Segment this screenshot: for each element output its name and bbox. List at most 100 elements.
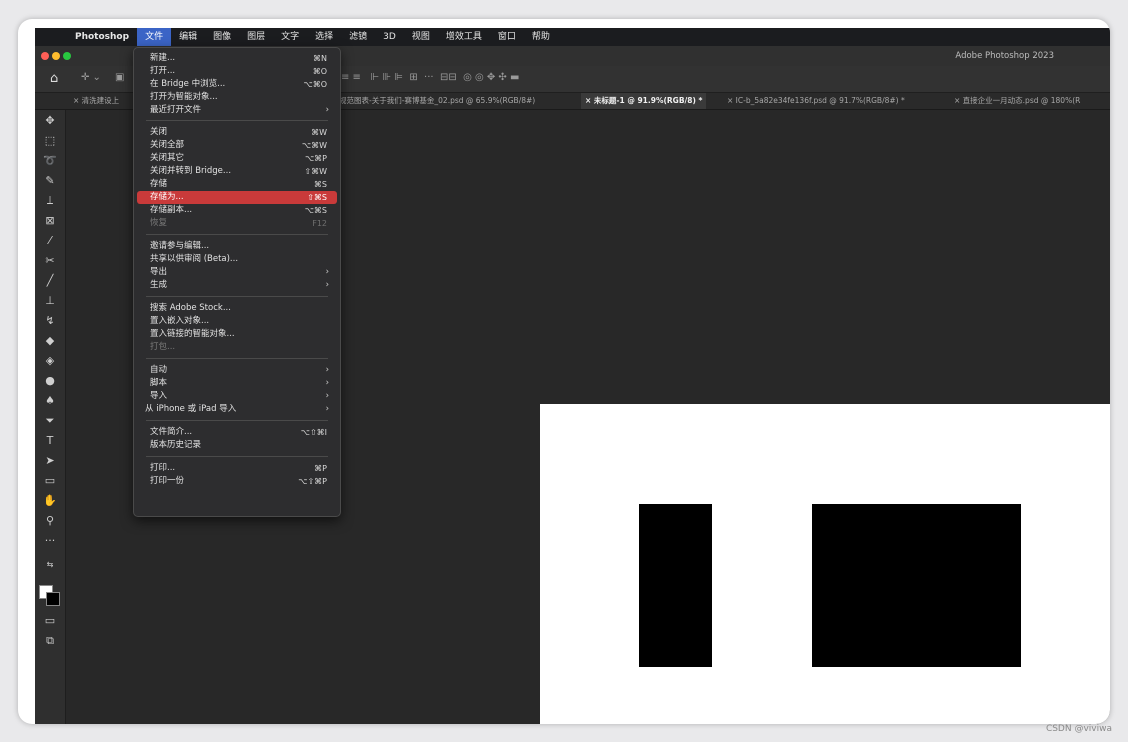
document-tab[interactable]: × 清洗建设上: [69, 93, 123, 109]
zoom-tool-icon[interactable]: ⚲: [43, 514, 57, 528]
menu-item-save-copy[interactable]: 存储副本... ⌥⌘S: [137, 204, 337, 217]
pen-tool-icon[interactable]: ⏷: [43, 414, 57, 428]
menu-separator: [146, 296, 328, 297]
auto-select-icon[interactable]: ▣: [115, 72, 124, 83]
menu-item-import-from-iphone[interactable]: 从 iPhone 或 iPad 导入 ›: [137, 403, 337, 416]
black-rectangle-narrow[interactable]: [639, 504, 712, 667]
stamp-tool-icon[interactable]: ⊥: [43, 294, 57, 308]
brush-tool-icon[interactable]: ╱: [43, 274, 57, 288]
menu-item-generate[interactable]: 生成 ›: [137, 279, 337, 292]
menu-item-scripts[interactable]: 脚本 ›: [137, 377, 337, 390]
frame-tool-icon[interactable]: ⊠: [43, 214, 57, 228]
menu-item-automate[interactable]: 自动 ›: [137, 364, 337, 377]
menu-item-search-adobe-stock[interactable]: 搜索 Adobe Stock...: [137, 302, 337, 315]
screen-mode-icon[interactable]: ⧉: [43, 634, 57, 648]
gradient-tool-icon[interactable]: ◈: [43, 354, 57, 368]
submenu-arrow-icon: ›: [325, 365, 329, 375]
menu-item-save[interactable]: 存储 ⌘S: [137, 178, 337, 191]
menu-item-import[interactable]: 导入 ›: [137, 390, 337, 403]
submenu-arrow-icon: ›: [325, 280, 329, 290]
menu-item-close-others[interactable]: 关闭其它 ⌥⌘P: [137, 152, 337, 165]
macos-menu-bar: Photoshop 文件 编辑 图像 图层 文字 选择 滤镜 3D 视图 增效工…: [35, 28, 1110, 46]
history-brush-tool-icon[interactable]: ↯: [43, 314, 57, 328]
screenshot-frame: Photoshop 文件 编辑 图像 图层 文字 选择 滤镜 3D 视图 增效工…: [18, 19, 1110, 724]
menu-item-revert: 恢复 F12: [150, 218, 327, 228]
submenu-arrow-icon: ›: [325, 391, 329, 401]
close-window-icon[interactable]: [41, 52, 49, 60]
menu-item-share-for-review[interactable]: 共享以供审阅 (Beta)...: [137, 253, 337, 266]
blur-tool-icon[interactable]: ●: [43, 374, 57, 388]
menu-item-close-all[interactable]: 关闭全部 ⌥⌘W: [137, 139, 337, 152]
tools-panel: ✥ ⬚ ➰ ✎ ⟘ ⊠ ⁄ ✂ ╱ ⊥ ↯ ◆ ◈ ● ♠ ⏷ T ➤ ▭ ✋ …: [35, 110, 66, 724]
marquee-tool-icon[interactable]: ⬚: [43, 134, 57, 148]
quick-mask-icon[interactable]: ▭: [43, 614, 57, 628]
type-tool-icon[interactable]: T: [43, 434, 57, 448]
menu-app-photoshop[interactable]: Photoshop: [67, 28, 137, 46]
menu-item-invite-to-edit[interactable]: 邀请参与编辑...: [137, 240, 337, 253]
menu-item-place-embedded[interactable]: 置入嵌入对象...: [137, 315, 337, 328]
menu-help[interactable]: 帮助: [524, 28, 558, 46]
align-icons[interactable]: ≡ ≡ ⊩ ⊪ ⊫ ⊞ ··· ⊟⊟ ◎ ◎ ✥ ✣ ▬: [341, 72, 519, 83]
menu-item-close-and-go-to-bridge[interactable]: 关闭并转到 Bridge... ⇧⌘W: [137, 165, 337, 178]
menu-item-print[interactable]: 打印... ⌘P: [137, 462, 337, 475]
move-tool-icon[interactable]: ✛ ⌄: [81, 72, 101, 83]
menu-plugins[interactable]: 增效工具: [438, 28, 490, 46]
menu-filter[interactable]: 滤镜: [341, 28, 375, 46]
path-select-tool-icon[interactable]: ➤: [43, 454, 57, 468]
minimize-window-icon[interactable]: [52, 52, 60, 60]
background-color-swatch[interactable]: [46, 592, 60, 606]
menu-item-open-as-smart-object[interactable]: 打开为智能对象...: [137, 91, 337, 104]
menu-select[interactable]: 选择: [307, 28, 341, 46]
menu-separator: [146, 234, 328, 235]
document-tab[interactable]: 规范图表-关于我们-赛博基金_02.psd @ 65.9%(RGB/8#): [335, 93, 539, 109]
hand-tool-icon[interactable]: ✋: [43, 494, 57, 508]
dodge-tool-icon[interactable]: ♠: [43, 394, 57, 408]
home-icon[interactable]: ⌂: [50, 71, 58, 86]
rectangle-tool-icon[interactable]: ▭: [43, 474, 57, 488]
submenu-arrow-icon: ›: [325, 105, 329, 115]
eraser-tool-icon[interactable]: ◆: [43, 334, 57, 348]
menu-item-version-history[interactable]: 版本历史记录: [137, 439, 337, 452]
submenu-arrow-icon: ›: [325, 404, 329, 414]
watermark: CSDN @viviwa: [1045, 724, 1112, 734]
menu-item-open-recent[interactable]: 最近打开文件 ›: [137, 104, 337, 117]
photoshop-window: Photoshop 文件 编辑 图像 图层 文字 选择 滤镜 3D 视图 增效工…: [35, 28, 1110, 724]
crop-tool-icon[interactable]: ⟘: [43, 194, 57, 208]
lasso-tool-icon[interactable]: ➰: [43, 154, 57, 168]
menu-item-open[interactable]: 打开... ⌘O: [137, 65, 337, 78]
menu-view[interactable]: 视图: [404, 28, 438, 46]
menu-item-package: 打包...: [150, 342, 176, 352]
menu-item-close[interactable]: 关闭 ⌘W: [137, 126, 337, 139]
menu-item-file-info[interactable]: 文件简介... ⌥⇧⌘I: [137, 426, 337, 439]
menu-item-place-linked[interactable]: 置入链接的智能对象...: [137, 328, 337, 341]
menu-3d[interactable]: 3D: [375, 28, 404, 46]
eyedropper-tool-icon[interactable]: ⁄: [43, 234, 57, 248]
document-tab-active[interactable]: × 未标题-1 @ 91.9%(RGB/8) *: [581, 93, 707, 109]
menu-layer[interactable]: 图层: [239, 28, 273, 46]
file-menu-dropdown: 新建... ⌘N 打开... ⌘O 在 Bridge 中浏览... ⌥⌘O 打开为智能…: [133, 47, 341, 517]
menu-separator: [146, 456, 328, 457]
menu-item-export[interactable]: 导出 ›: [137, 266, 337, 279]
menu-window[interactable]: 窗口: [490, 28, 524, 46]
menu-edit[interactable]: 编辑: [171, 28, 205, 46]
menu-item-new[interactable]: 新建... ⌘N: [137, 52, 337, 65]
more-tools-icon[interactable]: ···: [43, 534, 57, 548]
document-tab[interactable]: × IC-b_5a82e34fe136f.psd @ 91.7%(RGB/8#)…: [723, 93, 909, 109]
menu-item-save-as[interactable]: 存储为... ⇧⌘S: [137, 191, 337, 204]
submenu-arrow-icon: ›: [325, 267, 329, 277]
healing-tool-icon[interactable]: ✂: [43, 254, 57, 268]
document-canvas[interactable]: [540, 404, 1110, 724]
menu-separator: [146, 420, 328, 421]
menu-image[interactable]: 图像: [205, 28, 239, 46]
swap-colors-icon[interactable]: ⇆: [43, 558, 57, 572]
move-tool-icon[interactable]: ✥: [43, 114, 57, 128]
document-tab[interactable]: × 直接企业一月动态.psd @ 180%(R: [950, 93, 1084, 109]
menu-type[interactable]: 文字: [273, 28, 307, 46]
black-rectangle-wide[interactable]: [812, 504, 1021, 667]
menu-item-browse-in-bridge[interactable]: 在 Bridge 中浏览... ⌥⌘O: [137, 78, 337, 91]
menu-item-print-one-copy[interactable]: 打印一份 ⌥⇧⌘P: [137, 475, 337, 488]
menu-separator: [146, 120, 328, 121]
menu-file[interactable]: 文件: [137, 28, 172, 46]
zoom-window-icon[interactable]: [63, 52, 71, 60]
quick-select-tool-icon[interactable]: ✎: [43, 174, 57, 188]
